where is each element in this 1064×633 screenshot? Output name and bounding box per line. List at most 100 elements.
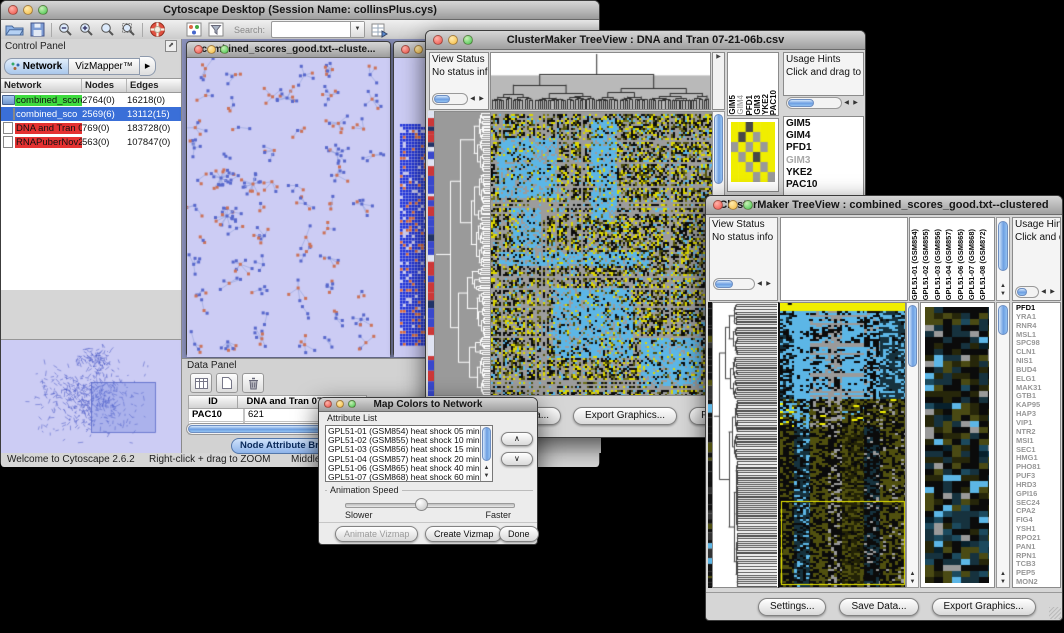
zoom-fit-icon[interactable] bbox=[100, 22, 115, 37]
scroll-down-icon[interactable]: ▼ bbox=[481, 473, 492, 480]
network-table-row[interactable]: combined_scores_ 2764(0) 16218(0) bbox=[1, 93, 181, 107]
minimize-button[interactable] bbox=[23, 5, 33, 15]
scroll-left-icon[interactable]: ◀ bbox=[468, 93, 477, 105]
save-session-button[interactable] bbox=[30, 22, 45, 37]
row-label[interactable]: YKE2 bbox=[786, 167, 861, 179]
zoom-vscrollbar[interactable]: ▲ ▼ bbox=[996, 302, 1010, 588]
scroll-left-icon[interactable]: ◀ bbox=[755, 278, 764, 290]
map-dialog-titlebar[interactable]: Map Colors to Network bbox=[319, 398, 537, 412]
col-edges[interactable]: Edges bbox=[127, 79, 181, 92]
scroll-up-icon[interactable]: ▲ bbox=[997, 571, 1009, 578]
column-label[interactable]: GPL51-01 (GSM854) bbox=[910, 229, 921, 300]
close-button[interactable] bbox=[8, 5, 18, 15]
heatmap-vscrollbar[interactable]: ▲ ▼ bbox=[906, 302, 919, 588]
close-button[interactable] bbox=[713, 200, 723, 210]
scroll-up-icon[interactable]: ▲ bbox=[997, 283, 1009, 290]
row-dendrogram-canvas[interactable] bbox=[713, 303, 777, 587]
minimize-button[interactable] bbox=[414, 45, 423, 54]
move-up-button[interactable]: ∧ bbox=[501, 432, 533, 446]
tab-network[interactable]: Network bbox=[4, 58, 69, 75]
search-input[interactable]: ▼ bbox=[271, 21, 365, 38]
scroll-left-icon[interactable]: ◀ bbox=[1039, 286, 1048, 298]
create-vizmap-button[interactable]: Create Vizmap bbox=[425, 526, 502, 542]
column-label[interactable]: GIM4 bbox=[736, 95, 744, 115]
usage-hscrollbar[interactable]: ◀ ▶ bbox=[786, 97, 860, 109]
network-overview-canvas[interactable] bbox=[1, 340, 180, 452]
treeview-button[interactable]: Export Graphics... bbox=[932, 598, 1036, 616]
col-network[interactable]: Network bbox=[1, 79, 82, 92]
row-dendrogram-canvas[interactable] bbox=[435, 112, 490, 395]
delete-attribute-icon[interactable] bbox=[242, 373, 264, 393]
zoom-button[interactable] bbox=[743, 200, 753, 210]
treeview-dna-titlebar[interactable]: ClusterMaker TreeView : DNA and Tran 07-… bbox=[426, 31, 865, 50]
close-button[interactable] bbox=[433, 35, 443, 45]
network-canvas[interactable] bbox=[187, 58, 390, 357]
scroll-right-icon[interactable]: ▶ bbox=[713, 53, 724, 60]
import-table-icon[interactable] bbox=[371, 22, 388, 38]
usage-hscrollbar[interactable]: ◀ ▶ bbox=[1015, 286, 1057, 298]
scroll-down-icon[interactable]: ▼ bbox=[997, 291, 1009, 298]
scroll-right-icon[interactable]: ▶ bbox=[477, 93, 486, 105]
dendro-scroll-strip[interactable]: ▶ bbox=[712, 52, 725, 110]
vizmapper-icon[interactable] bbox=[186, 22, 202, 37]
tab-overflow-arrow[interactable]: ▶ bbox=[140, 56, 156, 76]
view-status-hscrollbar[interactable]: ◀ ▶ bbox=[432, 93, 486, 105]
column-label[interactable]: GPL51-08 (GSM872) bbox=[978, 229, 989, 300]
treeview-button[interactable]: Settings... bbox=[758, 598, 826, 616]
minimize-button[interactable] bbox=[207, 45, 216, 54]
zoom-button[interactable] bbox=[220, 45, 229, 54]
network-table-row[interactable]: combined_sco 2569(6) 13112(15) bbox=[1, 107, 181, 121]
scroll-right-icon[interactable]: ▶ bbox=[851, 97, 860, 109]
scroll-up-icon[interactable]: ▲ bbox=[481, 465, 492, 472]
speed-slider-track[interactable] bbox=[345, 503, 515, 508]
filter-icon[interactable] bbox=[208, 22, 224, 37]
new-attribute-icon[interactable] bbox=[216, 373, 238, 393]
zoom-heatmap-canvas[interactable] bbox=[925, 307, 989, 583]
heatmap-canvas[interactable] bbox=[491, 112, 712, 395]
view-status-hscrollbar[interactable]: ◀ ▶ bbox=[713, 278, 773, 290]
minimize-button[interactable] bbox=[448, 35, 458, 45]
column-label[interactable]: GPL51-07 (GSM868) bbox=[967, 229, 978, 300]
search-dropdown-arrow[interactable]: ▼ bbox=[350, 22, 364, 37]
labels-vscrollbar[interactable]: ▲ ▼ bbox=[996, 217, 1010, 301]
float-panel-icon[interactable]: ⬈ bbox=[165, 40, 177, 52]
network-view-titlebar[interactable]: combined_scores_good.txt--cluste... bbox=[187, 42, 390, 58]
close-button[interactable] bbox=[194, 45, 203, 54]
row-label[interactable]: PAC10 bbox=[786, 179, 861, 191]
attribute-listbox[interactable]: GPL51-01 (GSM854) heat shock 05 minGPL51… bbox=[325, 425, 493, 482]
attr-col-id[interactable]: ID bbox=[188, 395, 238, 409]
zoom-button[interactable] bbox=[463, 35, 473, 45]
column-dendrogram-canvas[interactable] bbox=[491, 53, 710, 109]
list-vscrollbar[interactable]: ▲ ▼ bbox=[480, 426, 492, 481]
scroll-right-icon[interactable]: ▶ bbox=[1048, 286, 1057, 298]
open-session-button[interactable] bbox=[5, 23, 24, 37]
row-label[interactable]: GIM4 bbox=[786, 130, 861, 142]
scroll-left-icon[interactable]: ◀ bbox=[842, 97, 851, 109]
zoom-button[interactable] bbox=[38, 5, 48, 15]
scroll-up-icon[interactable]: ▲ bbox=[907, 571, 918, 578]
scroll-right-icon[interactable]: ▶ bbox=[764, 278, 773, 290]
column-label[interactable]: GPL51-03 (GSM856) bbox=[933, 229, 944, 300]
row-label[interactable]: GIM5 bbox=[786, 118, 861, 130]
close-button[interactable] bbox=[401, 45, 410, 54]
column-label[interactable]: GIM3 bbox=[753, 95, 761, 115]
column-label[interactable]: GPL51-02 (GSM855) bbox=[921, 229, 932, 300]
treeview-button[interactable]: Export Graphics... bbox=[573, 407, 677, 425]
attribute-table-icon[interactable] bbox=[190, 373, 212, 393]
column-label[interactable]: GPL51-04 (GSM857) bbox=[944, 229, 955, 300]
column-label[interactable]: PFD1 bbox=[745, 95, 753, 115]
animate-vizmap-button[interactable]: Animate Vizmap bbox=[335, 526, 418, 542]
network-table-row[interactable]: DNA and Tran 07 769(0) 183728(0) bbox=[1, 121, 181, 135]
zoom-in-icon[interactable] bbox=[79, 22, 94, 37]
treeview-button[interactable]: Save Data... bbox=[839, 598, 918, 616]
column-label[interactable]: PAC10 bbox=[769, 90, 777, 115]
speed-slider-thumb[interactable] bbox=[415, 498, 428, 511]
move-down-button[interactable]: ∨ bbox=[501, 452, 533, 466]
mini-heatmap-canvas[interactable] bbox=[731, 122, 775, 182]
zoom-out-icon[interactable] bbox=[58, 22, 73, 37]
resize-grip[interactable] bbox=[1049, 607, 1061, 619]
scroll-down-icon[interactable]: ▼ bbox=[997, 579, 1009, 586]
attribute-item[interactable]: GPL51-07 (GSM868) heat shock 60 min bbox=[328, 473, 492, 482]
row-label[interactable]: PFD1 bbox=[786, 142, 861, 154]
treeview-combined-titlebar[interactable]: ClusterMaker TreeView : combined_scores_… bbox=[706, 196, 1062, 215]
